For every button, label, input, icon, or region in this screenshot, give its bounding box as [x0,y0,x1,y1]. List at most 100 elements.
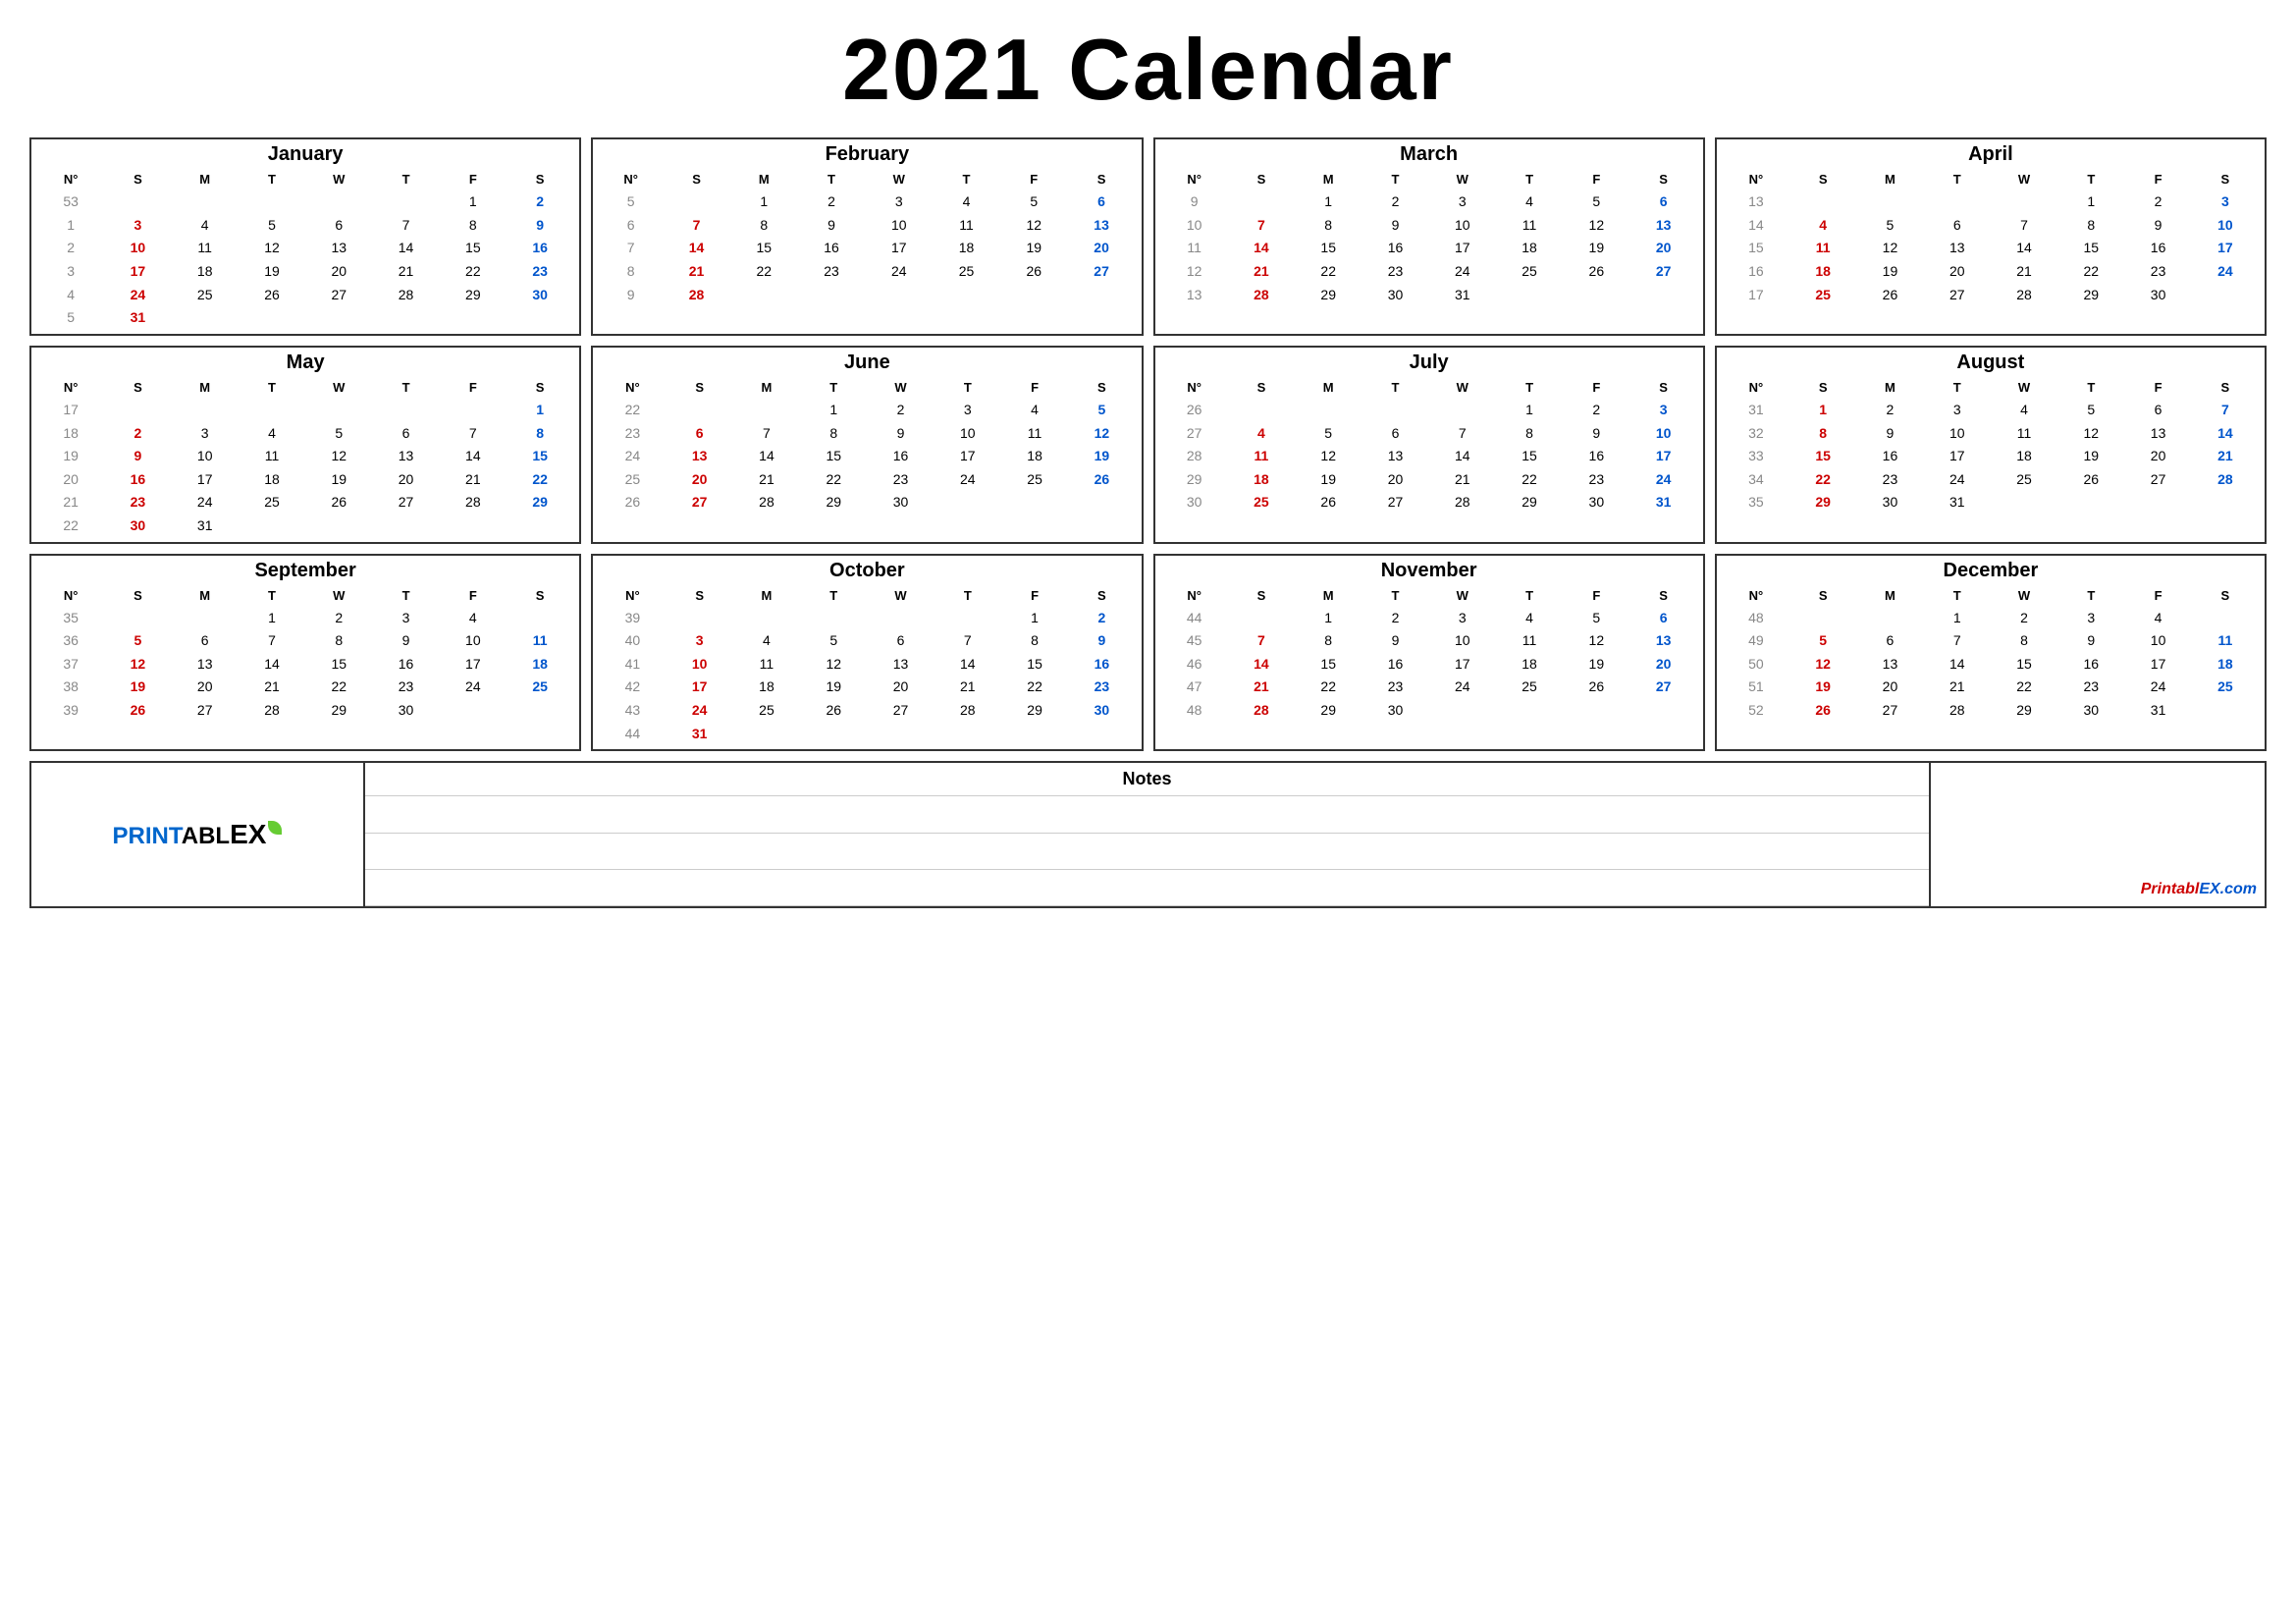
cal-table-july: N°SMTWTFS2612327456789102811121314151617… [1161,377,1697,514]
day-cell: 12 [239,237,305,260]
col-header-f: F [2124,585,2191,607]
day-cell: 12 [2057,422,2124,446]
day-cell: 3 [2192,190,2259,214]
day-cell: 3 [1629,399,1696,422]
day-cell: 21 [733,468,800,492]
day-cell: 15 [1295,237,1362,260]
day-cell: 6 [1629,607,1696,630]
day-cell: 30 [104,514,171,538]
day-cell: 29 [800,491,867,514]
day-cell: 5 [1068,399,1135,422]
day-cell: 4 [172,214,239,238]
col-header-s: S [1789,377,1856,399]
day-cell [305,306,372,330]
col-header-f: F [1563,585,1629,607]
day-cell: 29 [1295,284,1362,307]
col-header-m: M [172,377,239,399]
day-cell [865,284,933,307]
day-cell [239,399,305,422]
day-cell: 5 [1563,607,1629,630]
month-title-december: December [1723,560,2259,582]
day-cell: 27 [867,699,934,723]
day-cell [1856,607,1923,630]
day-cell: 28 [1228,284,1295,307]
day-cell: 2 [2124,190,2191,214]
day-cell: 4 [1496,607,1563,630]
week-number: 10 [1161,214,1228,238]
day-cell: 10 [2192,214,2259,238]
col-header-w: W [1991,377,2057,399]
col-header-t: T [2057,585,2124,607]
day-cell: 12 [800,653,867,677]
day-cell: 9 [1563,422,1629,446]
day-cell: 18 [1496,237,1563,260]
week-number: 17 [1723,284,1789,307]
week-row: 2123242526272829 [37,491,573,514]
week-row: 2811121314151617 [1161,445,1697,468]
week-number: 16 [1723,260,1789,284]
day-cell: 22 [1001,676,1068,699]
day-cell: 18 [1789,260,1856,284]
day-cell: 13 [1629,214,1696,238]
col-header-s: S [507,377,573,399]
week-number: 19 [37,445,104,468]
day-cell: 12 [1068,422,1135,446]
day-cell: 16 [1362,237,1428,260]
week-row: 351234 [37,607,573,630]
col-header-m: M [1295,585,1362,607]
day-cell: 20 [1629,237,1696,260]
day-cell: 30 [507,284,573,307]
col-header-t: T [372,169,439,190]
day-cell: 22 [305,676,372,699]
day-cell [1924,190,1991,214]
day-cell: 26 [239,284,305,307]
day-cell: 3 [1924,399,1991,422]
day-cell: 3 [667,629,733,653]
week-row: 182345678 [37,422,573,446]
day-cell: 12 [1000,214,1068,238]
day-cell: 26 [800,699,867,723]
month-title-january: January [37,143,573,166]
col-header-t: T [1924,585,1991,607]
week-number: 8 [599,260,663,284]
day-cell: 21 [934,676,1001,699]
week-number: 48 [1723,607,1789,630]
week-row: 236789101112 [599,422,1135,446]
col-header-m: M [1295,377,1362,399]
day-cell: 22 [2057,260,2124,284]
day-cell: 27 [1629,260,1696,284]
day-cell: 11 [1496,629,1563,653]
day-cell: 15 [1001,653,1068,677]
day-cell: 6 [667,422,733,446]
col-header-f: F [1563,169,1629,190]
week-number: 29 [1161,468,1228,492]
col-header-t: T [798,169,866,190]
day-cell: 8 [1001,629,1068,653]
col-header-w: W [1991,585,2057,607]
day-cell: 19 [800,676,867,699]
week-row: 49567891011 [1723,629,2259,653]
col-header-w: W [305,169,372,190]
day-cell [372,399,439,422]
col-header-t: T [1924,377,1991,399]
page-title: 2021 Calendar [29,20,2267,120]
day-cell: 8 [1295,214,1362,238]
day-cell: 20 [1924,260,1991,284]
day-cell: 19 [1295,468,1362,492]
col-header-s: S [1228,169,1295,190]
day-cell [2192,284,2259,307]
day-cell [1000,284,1068,307]
col-header-nnum: N° [599,377,666,399]
week-row: 52262728293031 [1723,699,2259,723]
day-cell: 27 [372,491,439,514]
col-header-t: T [800,377,867,399]
week-row: 2918192021222324 [1161,468,1697,492]
day-cell: 4 [1228,422,1295,446]
cal-table-may: N°SMTWTFS1711823456781991011121314152016… [37,377,573,538]
day-cell: 1 [1496,399,1563,422]
day-cell: 31 [1629,491,1696,514]
day-cell [440,399,507,422]
week-row: 2627282930 [599,491,1135,514]
week-row: 1114151617181920 [1161,237,1697,260]
col-header-m: M [1295,169,1362,190]
